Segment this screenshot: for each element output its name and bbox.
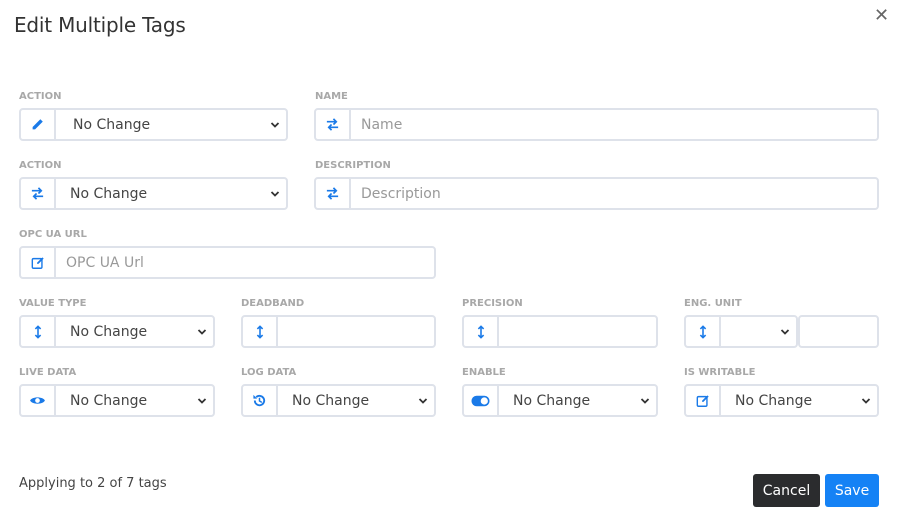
edit-square-icon (686, 386, 721, 415)
value-type-label: VALUE TYPE (19, 298, 87, 309)
eng-unit-label: ENG. UNIT (684, 298, 742, 309)
eng-unit-text-field[interactable] (798, 315, 879, 348)
action-select-2-text: No Change (70, 185, 148, 202)
value-type-text: No Change (70, 323, 148, 340)
log-data-label: LOG DATA (241, 367, 297, 378)
vertical-arrows-icon (686, 317, 721, 346)
log-data-select[interactable]: No Change (241, 384, 436, 417)
opc-ua-url-label: OPC UA URL (19, 229, 87, 240)
deadband-label: DEADBAND (241, 298, 305, 309)
eye-icon (21, 386, 56, 415)
chevron-down-icon (418, 396, 428, 406)
chevron-down-icon (197, 396, 207, 406)
deadband-input[interactable] (278, 317, 434, 346)
is-writable-label: IS WRITABLE (684, 367, 756, 378)
precision-field[interactable] (462, 315, 658, 348)
chevron-down-icon (270, 120, 280, 130)
opc-ua-url-field[interactable]: OPC UA Url (19, 246, 436, 279)
exchange-icon (316, 110, 351, 139)
action-select[interactable]: No Change (19, 108, 288, 141)
toggle-on-icon (464, 386, 499, 415)
value-type-select[interactable]: No Change (19, 315, 215, 348)
enable-value[interactable]: No Change (499, 386, 656, 415)
action-select-text: No Change (73, 116, 151, 133)
eng-unit-input[interactable] (800, 317, 877, 346)
value-type-value[interactable]: No Change (56, 317, 213, 346)
eng-unit-select-value[interactable] (721, 317, 796, 346)
live-data-value[interactable]: No Change (56, 386, 213, 415)
enable-text: No Change (513, 392, 591, 409)
vertical-arrows-icon (21, 317, 56, 346)
cancel-button[interactable]: Cancel (753, 474, 820, 507)
eng-unit-select[interactable] (684, 315, 798, 348)
action-label: ACTION (19, 91, 62, 102)
name-field[interactable]: Name (314, 108, 879, 141)
description-input[interactable]: Description (351, 179, 877, 208)
live-data-label: LIVE DATA (19, 367, 77, 378)
exchange-icon (316, 179, 351, 208)
dialog-title: Edit Multiple Tags (14, 13, 186, 37)
applying-status: Applying to 2 of 7 tags (19, 476, 167, 491)
chevron-down-icon (861, 396, 871, 406)
is-writable-select[interactable]: No Change (684, 384, 879, 417)
description-field[interactable]: Description (314, 177, 879, 210)
is-writable-value[interactable]: No Change (721, 386, 877, 415)
description-label: DESCRIPTION (315, 160, 391, 171)
name-input[interactable]: Name (351, 110, 877, 139)
chevron-down-icon (197, 327, 207, 337)
action-select-2[interactable]: No Change (19, 177, 288, 210)
opc-ua-url-input[interactable]: OPC UA Url (56, 248, 434, 277)
action-select-value[interactable]: No Change (56, 110, 286, 139)
chevron-down-icon (640, 396, 650, 406)
edit-square-icon (21, 248, 56, 277)
vertical-arrows-icon (243, 317, 278, 346)
precision-input[interactable] (499, 317, 656, 346)
is-writable-text: No Change (735, 392, 813, 409)
enable-label: ENABLE (462, 367, 506, 378)
precision-label: PRECISION (462, 298, 523, 309)
action-select-2-value[interactable]: No Change (56, 179, 286, 208)
vertical-arrows-icon (464, 317, 499, 346)
pencil-icon (21, 110, 56, 139)
close-icon[interactable]: ✕ (874, 5, 889, 26)
history-icon (243, 386, 278, 415)
live-data-text: No Change (70, 392, 148, 409)
chevron-down-icon (780, 327, 790, 337)
log-data-value[interactable]: No Change (278, 386, 434, 415)
action-label-2: ACTION (19, 160, 62, 171)
name-label: NAME (315, 91, 348, 102)
chevron-down-icon (270, 189, 280, 199)
exchange-icon (21, 179, 56, 208)
deadband-field[interactable] (241, 315, 436, 348)
log-data-text: No Change (292, 392, 370, 409)
enable-select[interactable]: No Change (462, 384, 658, 417)
live-data-select[interactable]: No Change (19, 384, 215, 417)
save-button[interactable]: Save (825, 474, 879, 507)
